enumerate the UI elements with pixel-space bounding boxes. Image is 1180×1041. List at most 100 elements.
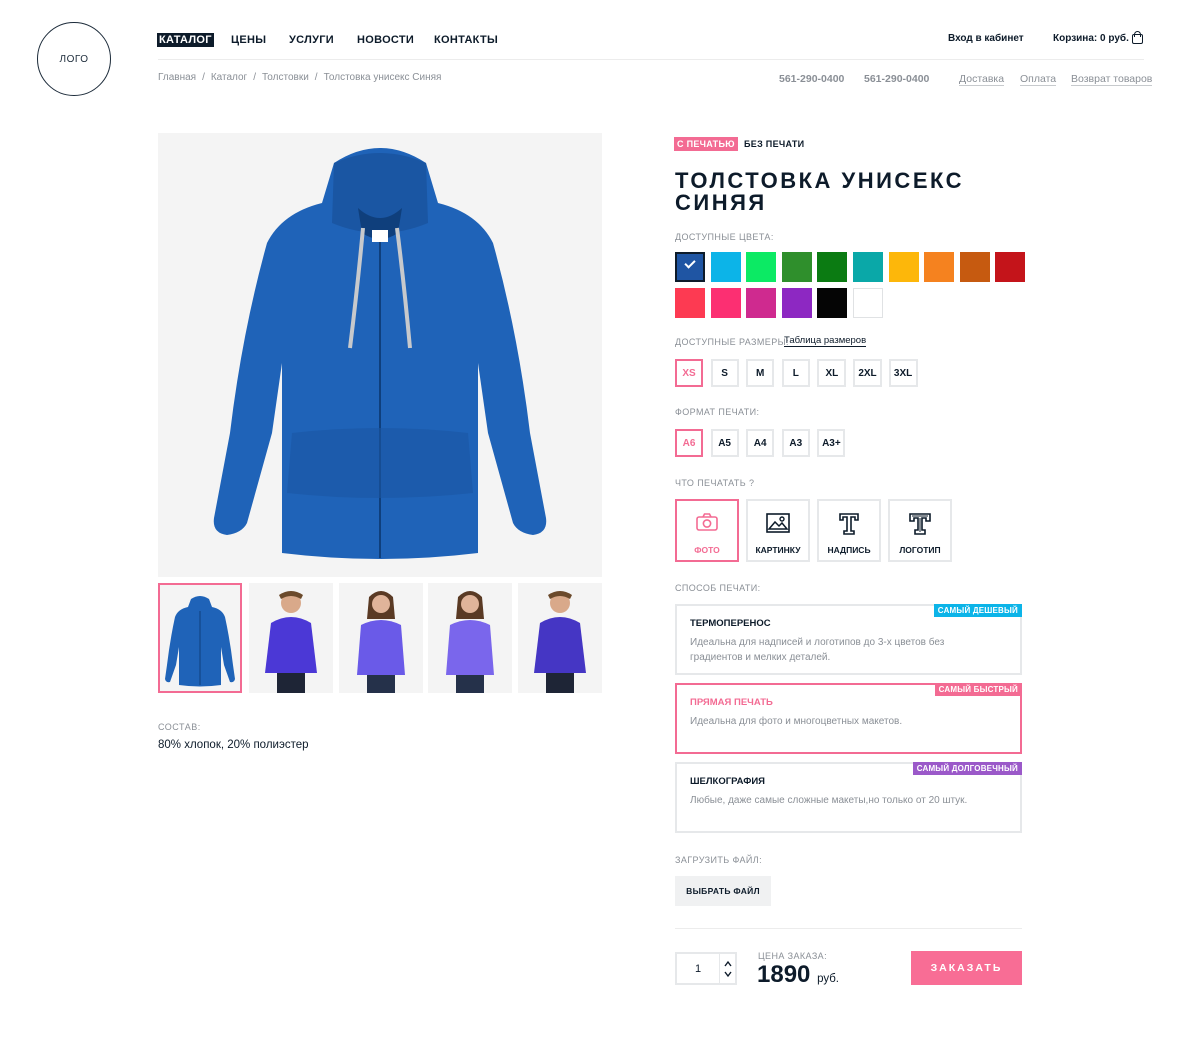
size-option[interactable]: M	[746, 359, 775, 387]
print-logo-label: ЛОГОТИП	[899, 545, 941, 555]
method-direct-card[interactable]: ПРЯМАЯ ПЕЧАТЬ Идеальна для фото и многоц…	[675, 683, 1022, 754]
thumbnail-5[interactable]	[518, 583, 602, 693]
thumbnail-4[interactable]	[428, 583, 512, 693]
nav-services-label: УСЛУГИ	[289, 34, 335, 46]
chevron-down-icon[interactable]	[724, 970, 732, 978]
logo-icon	[909, 513, 931, 535]
phone-2[interactable]: 561-290-0400	[864, 73, 929, 85]
cart-link[interactable]: Корзина: 0 руб.	[1053, 33, 1129, 44]
color-swatch[interactable]	[888, 252, 919, 282]
method-silkscreen-title: ШЕЛКОГРАФИЯ	[690, 776, 766, 787]
print-format-label: ФОРМАТ ПЕЧАТИ:	[675, 407, 760, 417]
model-female-side-thumb-image	[446, 591, 494, 693]
header-divider	[158, 59, 1144, 60]
color-swatch[interactable]	[781, 288, 812, 318]
model-male-front-thumb-image	[534, 591, 586, 693]
chevron-up-icon[interactable]	[724, 960, 732, 968]
size-option[interactable]: S	[710, 359, 739, 387]
breadcrumb-separator: /	[202, 72, 205, 83]
upload-label: ЗАГРУЗИТЬ ФАЙЛ:	[675, 855, 762, 865]
format-option[interactable]: А6	[675, 429, 703, 457]
breadcrumb-current: Толстовка унисекс Синяя	[323, 72, 442, 83]
returns-link[interactable]: Возврат товаров	[1071, 73, 1153, 86]
color-swatch[interactable]	[995, 252, 1026, 282]
method-silkscreen-card[interactable]: ШЕЛКОГРАФИЯ Любые, даже самые сложные ма…	[675, 762, 1022, 833]
format-option[interactable]: А5	[710, 429, 739, 457]
phone-1[interactable]: 561-290-0400	[779, 73, 844, 85]
breadcrumb-home[interactable]: Главная	[158, 72, 196, 83]
format-option[interactable]: А3+	[817, 429, 846, 457]
image-icon	[766, 513, 790, 533]
color-swatch[interactable]	[924, 252, 955, 282]
color-swatch[interactable]	[781, 252, 812, 282]
model-female-thumb-image	[357, 591, 405, 693]
price-currency: руб.	[817, 973, 839, 985]
tab-with-print[interactable]: С ПЕЧАТЬЮ	[674, 137, 738, 151]
cart-value: 0 руб.	[1100, 33, 1129, 44]
thumbnail-1[interactable]	[158, 583, 242, 693]
nav-news-label: НОВОСТИ	[357, 34, 415, 46]
print-logo-option[interactable]: ЛОГОТИП	[888, 499, 952, 562]
durable-badge: САМЫЙ ДОЛГОВЕЧНЫЙ	[912, 762, 1022, 775]
login-link[interactable]: Вход в кабинет	[948, 33, 1024, 44]
quantity-stepper[interactable]: 1	[675, 952, 737, 985]
color-swatch[interactable]	[675, 252, 705, 282]
size-table-link[interactable]: Таблица размеров	[784, 335, 867, 347]
color-swatch[interactable]	[817, 252, 848, 282]
choose-file-button[interactable]: ВЫБРАТЬ ФАЙЛ	[675, 876, 771, 906]
method-direct-title: ПРЯМАЯ ПЕЧАТЬ	[690, 697, 773, 708]
cheapest-badge: САМЫЙ ДЕШЕВЫЙ	[933, 604, 1022, 617]
color-swatch[interactable]	[853, 252, 883, 282]
thumbnail-2[interactable]	[249, 583, 333, 693]
camera-icon	[696, 513, 718, 531]
print-photo-option[interactable]: ФОТО	[675, 499, 739, 562]
print-text-option[interactable]: НАДПИСЬ	[817, 499, 881, 562]
nav-news[interactable]: НОВОСТИ	[357, 33, 414, 47]
color-swatch[interactable]	[817, 288, 848, 318]
tab-without-print[interactable]: БЕЗ ПЕЧАТИ	[744, 137, 804, 151]
logo[interactable]: ЛОГО	[37, 22, 111, 96]
delivery-link[interactable]: Доставка	[959, 73, 1005, 86]
print-picture-label: КАРТИНКУ	[755, 545, 801, 555]
nav-contacts[interactable]: КОНТАКТЫ	[434, 33, 498, 47]
color-swatch[interactable]	[959, 252, 990, 282]
order-button[interactable]: ЗАКАЗАТЬ	[911, 951, 1022, 985]
sizes-label: ДОСТУПНЫЕ РАЗМЕРЫ:	[675, 337, 789, 347]
method-direct-desc: Идеальна для фото и многоцветных макетов…	[690, 716, 903, 727]
quantity-value[interactable]: 1	[677, 954, 719, 983]
colors-label: ДОСТУПНЫЕ ЦВЕТА:	[675, 232, 774, 242]
format-option[interactable]: А3	[781, 429, 810, 457]
nav-prices-label: ЦЕНЫ	[231, 34, 267, 46]
size-option[interactable]: XS	[675, 359, 703, 387]
size-option[interactable]: 2XL	[853, 359, 882, 387]
size-option[interactable]: L	[781, 359, 810, 387]
hoodie-thumb-image	[165, 596, 235, 687]
breadcrumb-catalog[interactable]: Каталог	[211, 72, 247, 83]
nav-services[interactable]: УСЛУГИ	[289, 33, 334, 47]
main-product-image	[158, 133, 602, 577]
color-swatch[interactable]	[675, 288, 705, 318]
nav-prices[interactable]: ЦЕНЫ	[231, 33, 266, 47]
breadcrumb: Главная / Каталог / Толстовки / Толстовк…	[158, 72, 441, 83]
size-option[interactable]: XL	[817, 359, 847, 387]
color-swatch[interactable]	[710, 288, 741, 318]
thumbnail-3[interactable]	[339, 583, 423, 693]
payment-link[interactable]: Оплата	[1020, 73, 1057, 86]
breadcrumb-hoodies[interactable]: Толстовки	[262, 72, 309, 83]
format-option[interactable]: А4	[746, 429, 775, 457]
cart-bag-icon[interactable]	[1132, 31, 1143, 44]
color-swatch[interactable]	[746, 252, 777, 282]
quantity-separator	[719, 954, 720, 983]
color-swatch[interactable]	[746, 288, 777, 318]
print-picture-option[interactable]: КАРТИНКУ	[746, 499, 810, 562]
color-swatch[interactable]	[853, 288, 883, 318]
price-label: ЦЕНА ЗАКАЗА:	[758, 951, 827, 961]
size-option[interactable]: 3XL	[888, 359, 918, 387]
print-what-label: ЧТО ПЕЧАТАТЬ ?	[675, 478, 755, 488]
nav-catalog-label: КАТАЛОГ	[157, 33, 214, 47]
nav-catalog[interactable]: КАТАЛОГ	[157, 33, 214, 47]
breadcrumb-separator: /	[253, 72, 256, 83]
product-title: ТОЛСТОВКА УНИСЕКС СИНЯЯ	[675, 168, 965, 215]
color-swatch[interactable]	[710, 252, 741, 282]
method-thermo-card[interactable]: ТЕРМОПЕРЕНОС Идеальна для надписей и лог…	[675, 604, 1022, 675]
